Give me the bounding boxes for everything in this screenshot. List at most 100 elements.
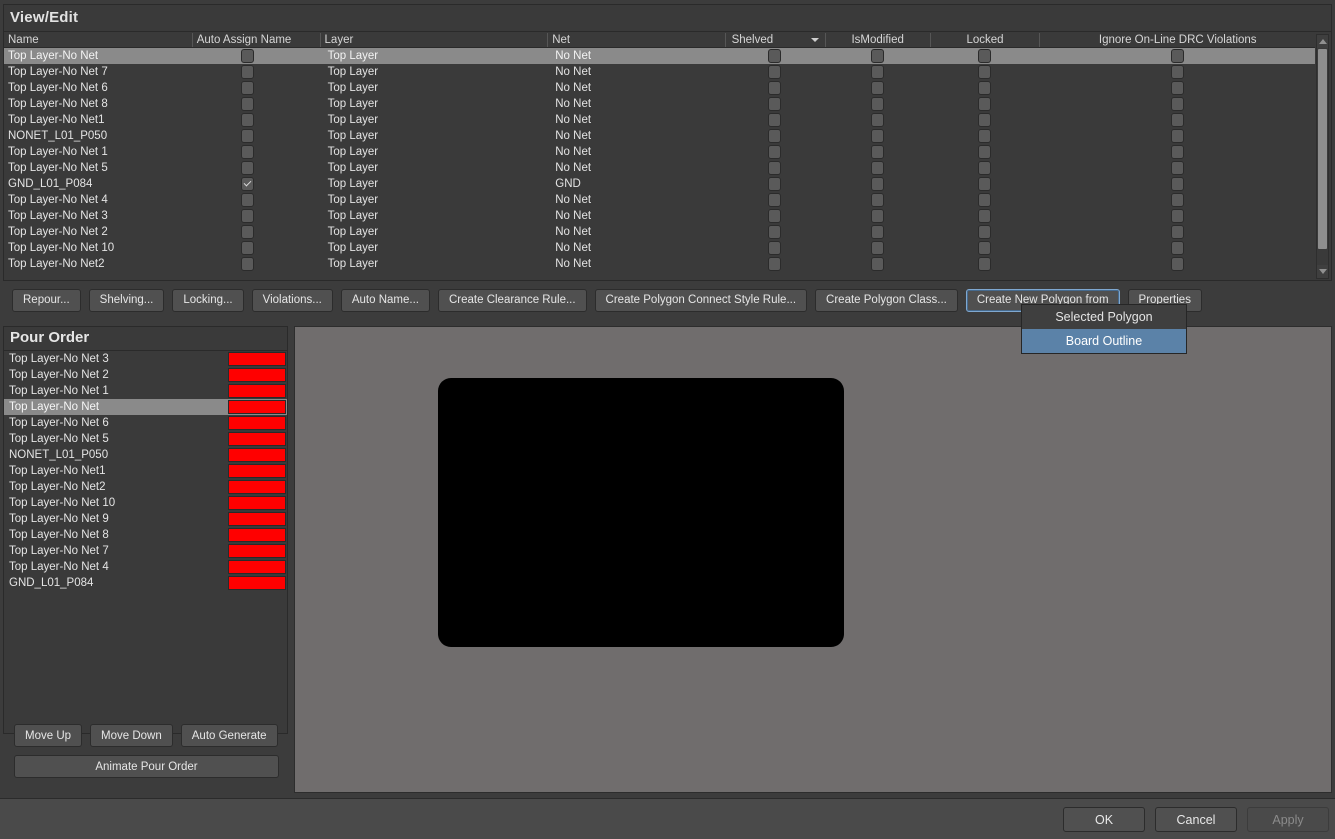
pour-order-item[interactable]: Top Layer-No Net1	[4, 463, 287, 479]
checkbox-auto_assign_name[interactable]	[240, 225, 254, 239]
column-header-layer[interactable]: Layer	[319, 33, 548, 47]
cell-shelved[interactable]	[725, 145, 825, 159]
checkbox-auto_assign_name[interactable]	[240, 97, 254, 111]
column-header-auto_assign_name[interactable]: Auto Assign Name	[191, 33, 320, 47]
cell-is_modified[interactable]	[825, 177, 930, 191]
checkbox-is_modified[interactable]	[870, 257, 884, 271]
table-row[interactable]: Top Layer-No Net 4 Top Layer No Net	[4, 192, 1315, 208]
button-violations[interactable]: Violations...	[251, 288, 333, 312]
scrollbar-thumb[interactable]	[1318, 49, 1327, 249]
table-row[interactable]: Top Layer-No Net 6 Top Layer No Net	[4, 80, 1315, 96]
ok-button[interactable]: OK	[1063, 807, 1145, 832]
cell-is_modified[interactable]	[825, 257, 930, 271]
pour-order-item[interactable]: Top Layer-No Net 10	[4, 495, 287, 511]
column-header-ignore_drc[interactable]: Ignore On-Line DRC Violations	[1039, 33, 1315, 47]
checkbox-auto_assign_name[interactable]	[240, 241, 254, 255]
checkbox-is_modified[interactable]	[870, 113, 884, 127]
cell-ignore_drc[interactable]	[1039, 225, 1315, 239]
cell-auto_assign_name[interactable]	[192, 193, 320, 207]
checkbox-auto_assign_name[interactable]	[240, 177, 254, 191]
checkbox-auto_assign_name[interactable]	[240, 113, 254, 127]
cell-is_modified[interactable]	[825, 65, 930, 79]
checkbox-is_modified[interactable]	[870, 97, 884, 111]
button-create-polygon-connect-style-rule[interactable]: Create Polygon Connect Style Rule...	[594, 288, 808, 312]
cell-auto_assign_name[interactable]	[192, 145, 320, 159]
cell-shelved[interactable]	[725, 113, 825, 127]
cell-ignore_drc[interactable]	[1039, 49, 1315, 63]
table-row[interactable]: Top Layer-No Net2 Top Layer No Net	[4, 256, 1315, 272]
table-row[interactable]: Top Layer-No Net 3 Top Layer No Net	[4, 208, 1315, 224]
table-row[interactable]: Top Layer-No Net 2 Top Layer No Net	[4, 224, 1315, 240]
table-row[interactable]: Top Layer-No Net Top Layer No Net	[4, 48, 1315, 64]
table-row[interactable]: Top Layer-No Net 1 Top Layer No Net	[4, 144, 1315, 160]
cell-is_modified[interactable]	[825, 97, 930, 111]
cell-ignore_drc[interactable]	[1039, 177, 1315, 191]
checkbox-shelved[interactable]	[768, 49, 782, 63]
cell-is_modified[interactable]	[825, 225, 930, 239]
cell-auto_assign_name[interactable]	[192, 65, 320, 79]
table-row[interactable]: Top Layer-No Net 8 Top Layer No Net	[4, 96, 1315, 112]
checkbox-is_modified[interactable]	[870, 209, 884, 223]
scroll-down-button[interactable]	[1317, 265, 1328, 278]
checkbox-is_modified[interactable]	[870, 225, 884, 239]
cell-ignore_drc[interactable]	[1039, 113, 1315, 127]
cell-locked[interactable]	[930, 113, 1040, 127]
cell-auto_assign_name[interactable]	[192, 161, 320, 175]
cell-is_modified[interactable]	[825, 129, 930, 143]
checkbox-ignore_drc[interactable]	[1170, 81, 1184, 95]
sort-descending-icon[interactable]	[811, 37, 820, 42]
cell-locked[interactable]	[930, 81, 1040, 95]
checkbox-shelved[interactable]	[768, 225, 782, 239]
checkbox-ignore_drc[interactable]	[1170, 177, 1184, 191]
checkbox-ignore_drc[interactable]	[1170, 65, 1184, 79]
cell-is_modified[interactable]	[825, 209, 930, 223]
table-row[interactable]: Top Layer-No Net 7 Top Layer No Net	[4, 64, 1315, 80]
checkbox-is_modified[interactable]	[870, 65, 884, 79]
cell-shelved[interactable]	[725, 225, 825, 239]
cell-is_modified[interactable]	[825, 113, 930, 127]
checkbox-locked[interactable]	[978, 145, 992, 159]
cell-ignore_drc[interactable]	[1039, 81, 1315, 95]
checkbox-auto_assign_name[interactable]	[240, 49, 254, 63]
button-move-down[interactable]: Move Down	[90, 724, 173, 747]
cell-auto_assign_name[interactable]	[192, 209, 320, 223]
checkbox-shelved[interactable]	[768, 193, 782, 207]
checkbox-is_modified[interactable]	[870, 49, 884, 63]
board-preview-area[interactable]	[294, 326, 1332, 793]
cell-auto_assign_name[interactable]	[192, 257, 320, 271]
column-header-is_modified[interactable]: IsModified	[824, 33, 930, 47]
cell-shelved[interactable]	[725, 129, 825, 143]
checkbox-locked[interactable]	[978, 129, 992, 143]
cell-locked[interactable]	[930, 225, 1040, 239]
checkbox-locked[interactable]	[978, 81, 992, 95]
cell-auto_assign_name[interactable]	[192, 129, 320, 143]
button-create-clearance-rule[interactable]: Create Clearance Rule...	[437, 288, 587, 312]
pour-order-item[interactable]: Top Layer-No Net 4	[4, 559, 287, 575]
checkbox-shelved[interactable]	[768, 161, 782, 175]
checkbox-is_modified[interactable]	[870, 241, 884, 255]
checkbox-is_modified[interactable]	[870, 193, 884, 207]
cell-is_modified[interactable]	[825, 241, 930, 255]
cell-auto_assign_name[interactable]	[192, 225, 320, 239]
cell-shelved[interactable]	[725, 193, 825, 207]
cell-locked[interactable]	[930, 97, 1040, 111]
cell-is_modified[interactable]	[825, 161, 930, 175]
checkbox-ignore_drc[interactable]	[1170, 161, 1184, 175]
button-create-polygon-class[interactable]: Create Polygon Class...	[815, 288, 958, 312]
cell-locked[interactable]	[930, 161, 1040, 175]
checkbox-shelved[interactable]	[768, 81, 782, 95]
scroll-up-button[interactable]	[1317, 35, 1328, 48]
cancel-button[interactable]: Cancel	[1155, 807, 1237, 832]
checkbox-auto_assign_name[interactable]	[240, 193, 254, 207]
pour-order-item[interactable]: Top Layer-No Net 9	[4, 511, 287, 527]
checkbox-is_modified[interactable]	[870, 161, 884, 175]
button-locking[interactable]: Locking...	[172, 288, 244, 312]
checkbox-auto_assign_name[interactable]	[240, 161, 254, 175]
checkbox-is_modified[interactable]	[870, 129, 884, 143]
cell-auto_assign_name[interactable]	[192, 241, 320, 255]
cell-locked[interactable]	[930, 145, 1040, 159]
pour-order-item[interactable]: Top Layer-No Net 5	[4, 431, 287, 447]
cell-shelved[interactable]	[725, 161, 825, 175]
pour-order-item[interactable]: Top Layer-No Net 8	[4, 527, 287, 543]
table-row[interactable]: Top Layer-No Net 5 Top Layer No Net	[4, 160, 1315, 176]
